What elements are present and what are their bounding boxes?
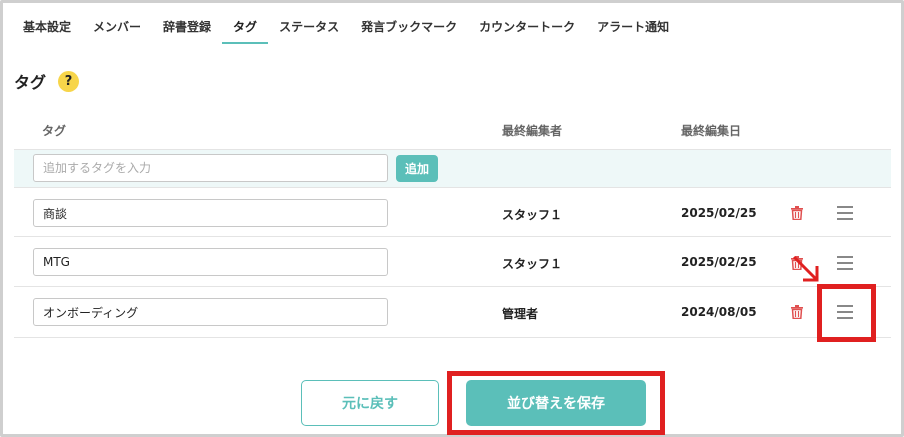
column-header-editor: 最終編集者: [502, 124, 563, 138]
column-header-date: 最終編集日: [681, 124, 742, 138]
add-tag-button[interactable]: 追加: [396, 155, 438, 182]
tab-members[interactable]: メンバー: [82, 14, 152, 44]
tab-alerts[interactable]: アラート通知: [586, 14, 680, 44]
help-icon[interactable]: ?: [58, 70, 80, 92]
divider: [14, 337, 891, 338]
arrow-down-right-icon: [792, 255, 819, 282]
tab-counter-talk[interactable]: カウンタートーク: [468, 14, 586, 44]
revert-button[interactable]: 元に戻す: [301, 380, 439, 426]
tag-name-input[interactable]: [33, 199, 388, 227]
highlight-box-drag-handle: [817, 284, 876, 342]
drag-handle-icon[interactable]: [837, 206, 853, 220]
new-tag-input[interactable]: [33, 154, 388, 182]
divider: [14, 187, 891, 188]
tab-bookmarks[interactable]: 発言ブックマーク: [350, 14, 468, 44]
row-editor: スタッフ１: [502, 208, 563, 222]
tag-name-input[interactable]: [33, 298, 388, 326]
tab-tags[interactable]: タグ: [222, 14, 269, 44]
row-date: 2025/02/25: [681, 206, 757, 220]
row-editor: 管理者: [502, 307, 539, 321]
tag-name-input[interactable]: [33, 248, 388, 276]
page-title: タグ: [14, 73, 47, 92]
drag-handle-icon[interactable]: [837, 256, 853, 270]
row-editor: スタッフ１: [502, 257, 563, 271]
divider: [14, 286, 891, 287]
trash-icon[interactable]: [791, 206, 803, 220]
save-order-button[interactable]: 並び替えを保存: [466, 380, 646, 426]
settings-tabs: 基本設定 メンバー 辞書登録 タグ ステータス 発言ブックマーク カウンタートー…: [12, 14, 680, 44]
divider: [14, 236, 891, 237]
tab-status[interactable]: ステータス: [268, 14, 350, 44]
tab-dictionary[interactable]: 辞書登録: [152, 14, 222, 44]
column-header-tag: タグ: [42, 124, 67, 138]
row-date: 2025/02/25: [681, 255, 757, 269]
section-header: タグ ?: [14, 69, 80, 93]
row-date: 2024/08/05: [681, 305, 757, 319]
trash-icon[interactable]: [791, 305, 803, 319]
tab-basic-settings[interactable]: 基本設定: [12, 14, 82, 44]
